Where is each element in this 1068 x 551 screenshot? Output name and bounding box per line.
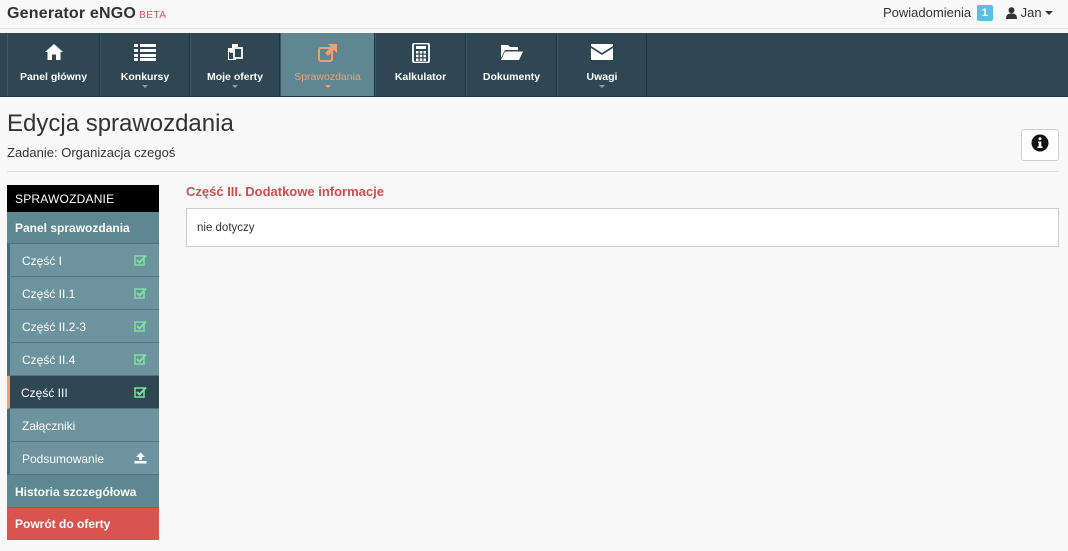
nav-label: Sprawozdania [294, 71, 361, 83]
sidebar-item-label: Załączniki [22, 419, 76, 433]
sidebar-item-zalaczniki[interactable]: Załączniki [7, 409, 159, 442]
info-icon [1031, 134, 1049, 157]
nav-item-panel-glowny[interactable]: Panel główny [7, 33, 100, 96]
sidebar-item-podsumowanie[interactable]: Podsumowanie [7, 442, 159, 475]
answer-field[interactable]: nie dotyczy [186, 208, 1059, 247]
nav-label: Konkursy [120, 71, 170, 83]
folder-open-icon [467, 43, 556, 65]
sidebar-item-label: Część II.4 [22, 353, 76, 367]
notifications-badge: 1 [976, 5, 993, 21]
dropdown-caret-icon [232, 85, 238, 88]
sidebar-item-czesc-iii[interactable]: Część III [7, 376, 159, 409]
nav-label: Uwagi [586, 71, 618, 83]
dropdown-caret-icon [142, 85, 148, 88]
nav-item-kalkulator[interactable]: Kalkulator [375, 33, 466, 96]
calculator-icon [376, 43, 465, 65]
page-subtitle: Zadanie: Organizacja czegoś [7, 145, 176, 160]
nav-label: Kalkulator [394, 71, 447, 83]
beta-label: BETA [139, 10, 167, 21]
dropdown-caret-icon [324, 85, 331, 88]
nav-label: Dokumenty [482, 71, 541, 83]
nav-label: Panel główny [19, 71, 88, 83]
report-sidebar: SPRAWOZDANIE Panel sprawozdania Część I … [7, 185, 159, 540]
nav-item-konkursy[interactable]: Konkursy [100, 33, 190, 96]
notifications-label: Powiadomienia [883, 5, 972, 20]
sidebar-item-label: Część II.1 [22, 287, 76, 301]
check-square-icon [134, 353, 147, 368]
home-icon [8, 43, 99, 65]
page-title: Edycja sprawozdania [7, 110, 234, 137]
envelope-icon [558, 43, 646, 65]
nav-item-moje-oferty[interactable]: Moje oferty [190, 33, 280, 96]
brand-name: Generator eNGO [7, 5, 137, 22]
sidebar-item-historia[interactable]: Historia szczegółowa [7, 475, 159, 508]
sidebar-item-label: Część II.2-3 [22, 320, 87, 334]
sidebar-item-czesc-ii-2-3[interactable]: Część II.2-3 [7, 310, 159, 343]
upload-icon [134, 452, 147, 467]
sidebar-item-czesc-ii-4[interactable]: Część II.4 [7, 343, 159, 376]
nav-item-uwagi[interactable]: Uwagi [557, 33, 647, 96]
back-to-offer-button[interactable]: Powrót do oferty [7, 508, 159, 540]
user-icon [1006, 5, 1017, 20]
nav-label: Moje oferty [206, 71, 263, 83]
user-menu[interactable]: Jan [1006, 5, 1053, 20]
nav-item-dokumenty[interactable]: Dokumenty [466, 33, 557, 96]
section-title: Część III. Dodatkowe informacje [186, 184, 384, 199]
sidebar-header: SPRAWOZDANIE [7, 185, 159, 212]
notifications-link[interactable]: Powiadomienia 1 [883, 5, 993, 21]
info-button[interactable] [1021, 129, 1059, 161]
sidebar-item-czesc-ii-1[interactable]: Część II.1 [7, 277, 159, 310]
copy-icon [191, 43, 279, 65]
check-square-icon [134, 287, 147, 302]
external-link-icon [281, 43, 374, 65]
main-nav: Panel główny Konkursy Moje oferty Sprawo… [0, 33, 1068, 97]
check-square-icon [134, 254, 147, 269]
check-square-icon [134, 320, 147, 335]
sidebar-item-label: Podsumowanie [22, 452, 105, 466]
brand-logo[interactable]: Generator eNGO BETA [7, 5, 166, 23]
sidebar-item-label: Część I [22, 254, 63, 268]
nav-item-sprawozdania[interactable]: Sprawozdania [280, 33, 375, 96]
dropdown-caret-icon [599, 85, 605, 88]
user-name: Jan [1020, 5, 1042, 20]
divider [7, 171, 1059, 172]
sidebar-item-czesc-i[interactable]: Część I [7, 244, 159, 277]
top-bar: Generator eNGO BETA Powiadomienia 1 Jan [0, 0, 1068, 29]
sidebar-item-panel-sprawozdania[interactable]: Panel sprawozdania [7, 212, 159, 244]
check-square-icon [134, 386, 147, 401]
list-icon [101, 43, 189, 65]
sidebar-item-label: Część III [21, 386, 68, 400]
chevron-down-icon [1044, 11, 1053, 15]
